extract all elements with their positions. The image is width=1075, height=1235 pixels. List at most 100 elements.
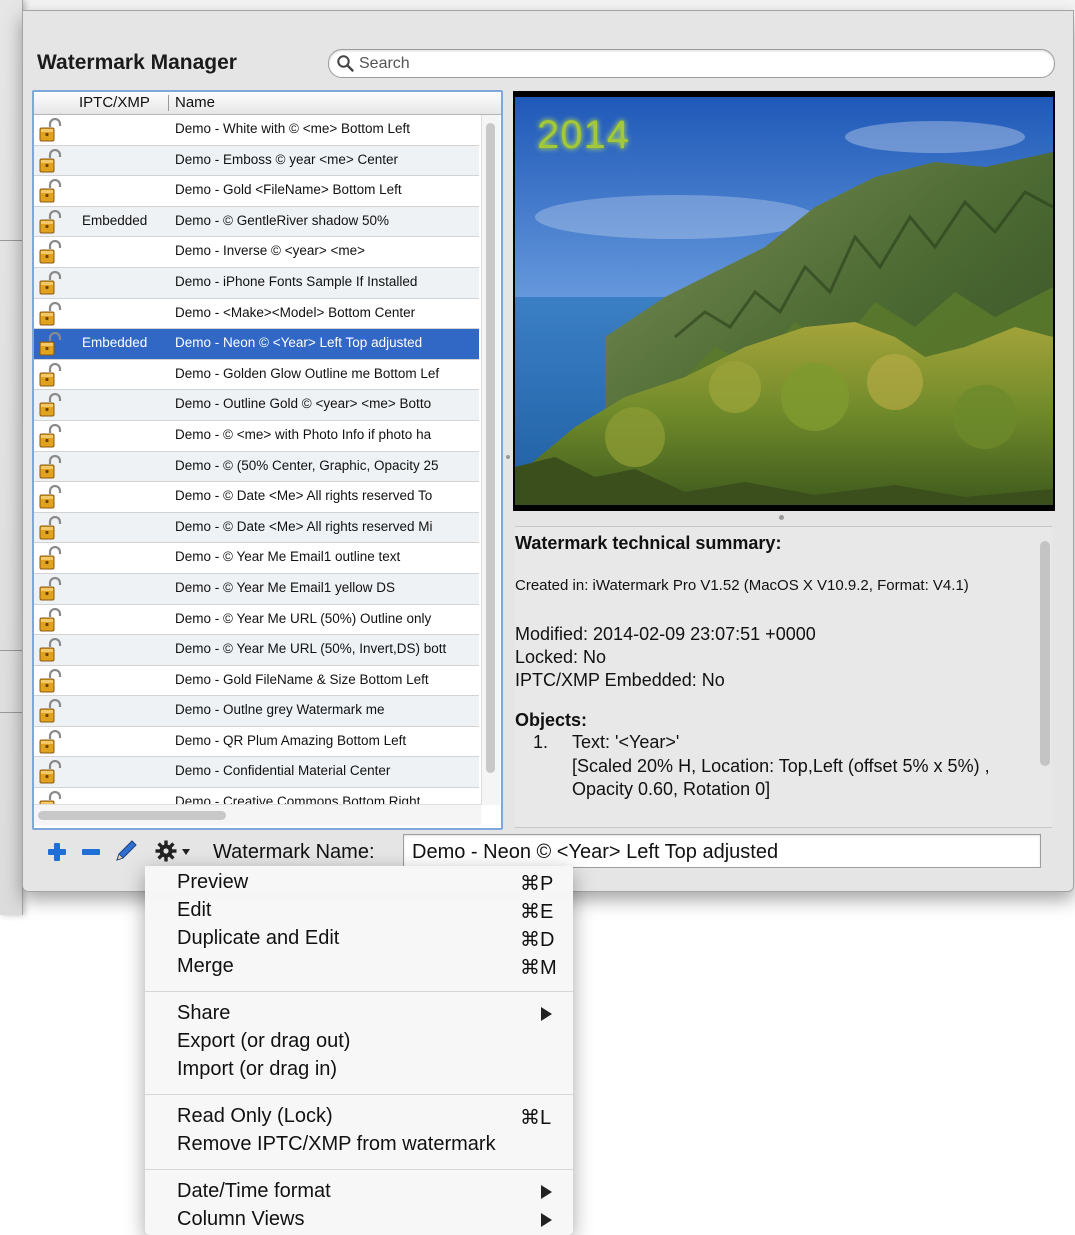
name-cell: Demo - © (50% Center, Graphic, Opacity 2… [175,457,439,473]
table-row[interactable]: Demo - Golden Glow Outline me Bottom Lef [34,360,479,391]
summary-object-number: 1. [533,732,549,752]
watermark-table[interactable]: IPTC/XMP Name Demo - White with © <me> B… [32,90,503,830]
menu-item-shortcut: ⌘D [520,929,555,951]
table-row[interactable]: Demo - Outline Gold © <year> <me> Botto [34,390,479,421]
unlocked-padlock-icon [38,729,64,756]
menu-item-import[interactable]: Import (or drag in) [145,1055,573,1083]
search-field[interactable] [328,49,1055,78]
table-row[interactable]: Demo - © <me> with Photo Info if photo h… [34,421,479,452]
table-row[interactable]: Demo - White with © <me> Bottom Left [34,115,479,146]
name-cell: Demo - Golden Glow Outline me Bottom Lef [175,365,440,381]
table-row[interactable]: Demo - Gold <FileName> Bottom Left [34,176,479,207]
table-row[interactable]: Demo - © Date <Me> All rights reserved M… [34,512,479,544]
name-cell: Demo - Outlne grey Watermark me [175,702,385,718]
unlocked-padlock-icon [38,332,64,358]
menu-item-merge[interactable]: Merge ⌘M [145,952,573,980]
menu-item-label: Read Only (Lock) [177,1105,333,1127]
summary-created: Created in: iWatermark Pro V1.52 (MacOS … [515,577,969,594]
name-cell: Demo - Outline Gold © <year> <me> Botto [175,396,432,412]
unlocked-padlock-icon [38,240,64,266]
remove-icon[interactable] [80,841,102,863]
summary-iptc: IPTC/XMP Embedded: No [515,670,725,690]
table-row[interactable]: Embedded Demo - Neon © <Year> Left Top ad… [34,329,479,360]
menu-item-label: Remove IPTC/XMP from watermark [177,1133,496,1155]
table-body: Demo - White with © <me> Bottom Left Demo… [34,115,479,819]
table-row[interactable]: Demo - © Year Me URL (50%, Invert,DS) bo… [34,635,479,666]
submenu-arrow-icon [541,1007,552,1021]
action-menu-button[interactable] [154,839,192,863]
search-input[interactable] [357,53,1041,75]
landscape-photo [515,97,1053,505]
unlocked-padlock-icon [38,546,64,572]
menu-item-export[interactable]: Export (or drag out) [145,1027,573,1055]
gear-icon [155,840,177,862]
unlocked-padlock-icon [38,393,64,419]
menu-item-read-only-lock[interactable]: Read Only (Lock) ⌘L [145,1102,573,1130]
table-row[interactable]: Demo - iPhone Fonts Sample If Installed [34,267,479,299]
table-row[interactable]: Demo - Gold FileName & Size Bottom Left [34,666,479,697]
table-row[interactable]: Demo - QR Plum Amazing Bottom Left [34,727,479,758]
menu-item-label: Duplicate and Edit [177,927,340,949]
table-row[interactable]: Demo - Emboss © year <me> Center [34,145,479,177]
menu-item-column-views[interactable]: Column Views [145,1205,573,1233]
menu-item-label: Preview [177,871,249,893]
column-header-name[interactable]: Name [175,94,215,114]
menu-item-label: Merge [177,955,234,977]
name-cell: Demo - Confidential Material Center [175,763,391,779]
unlocked-padlock-icon [38,423,64,450]
unlocked-padlock-icon [38,209,64,236]
vertical-scrollbar[interactable] [481,115,500,805]
table-row[interactable]: Demo - © Year Me Email1 outline text [34,543,479,574]
watermark-name-field[interactable] [403,834,1041,868]
table-row[interactable]: Demo - Confidential Material Center [34,757,479,789]
unlocked-padlock-icon [38,301,64,328]
table-row[interactable]: Demo - © Year Me Email1 yellow DS [34,573,479,605]
name-cell: Demo - © Date <Me> All rights reserved T… [175,488,433,504]
menu-separator [145,1094,573,1095]
panel-title: Watermark Manager [37,51,237,74]
table-row[interactable]: Demo - © Year Me URL (50%) Outline only [34,605,479,636]
table-row[interactable]: Demo - <Make><Model> Bottom Center [34,299,479,330]
summary-object-detail: [Scaled 20% H, Location: Top,Left (offse… [572,756,990,799]
menu-item-remove-iptc[interactable]: Remove IPTC/XMP from watermark [145,1130,573,1158]
table-row[interactable]: Demo - Outlne grey Watermark me [34,696,479,727]
table-row[interactable]: Demo - Inverse © <year> <me> [34,237,479,268]
menu-item-share[interactable]: Share [145,999,573,1027]
name-cell: Demo - Gold FileName & Size Bottom Left [175,671,429,687]
technical-summary: Watermark technical summary: Created in:… [515,526,1052,828]
split-view-handle[interactable] [506,455,510,459]
unlocked-padlock-icon [38,179,64,205]
horizontal-scroll-thumb[interactable] [38,811,226,820]
name-cell: Demo - White with © <me> Bottom Left [175,121,411,136]
horizontal-scrollbar[interactable] [34,804,481,825]
add-icon[interactable] [46,841,68,863]
column-header-iptc[interactable]: IPTC/XMP [79,94,150,114]
background-window-edge [0,0,23,915]
menu-item-duplicate-and-edit[interactable]: Duplicate and Edit ⌘D [145,924,573,952]
unlocked-padlock-icon [38,699,64,725]
unlocked-padlock-icon [38,638,64,664]
summary-scroll-thumb[interactable] [1040,541,1050,766]
search-icon [337,55,354,72]
table-row[interactable]: Embedded Demo - © GentleRiver shadow 50% [34,206,479,238]
split-view-handle-horizontal[interactable] [779,515,784,520]
name-cell: Demo - <Make><Model> Bottom Center [175,304,416,320]
menu-item-preview[interactable]: Preview ⌘P [145,868,573,896]
table-row[interactable]: Demo - © Date <Me> All rights reserved T… [34,482,479,513]
watermark-name-label: Watermark Name: [213,841,375,863]
iptc-cell: Embedded [82,335,148,351]
name-cell: Demo - iPhone Fonts Sample If Installed [175,273,418,289]
menu-item-edit[interactable]: Edit ⌘E [145,896,573,924]
summary-locked: Locked: No [515,647,607,667]
pencil-icon[interactable] [113,838,139,864]
vertical-scroll-thumb[interactable] [486,123,495,773]
menu-item-date-time-format[interactable]: Date/Time format [145,1177,573,1205]
summary-object-text: Text: '<Year>' [572,732,680,752]
table-row[interactable]: Demo - © (50% Center, Graphic, Opacity 2… [34,451,479,483]
summary-title: Watermark technical summary: [515,533,782,553]
name-cell: Demo - © Date <Me> All rights reserved M… [175,518,433,534]
unlocked-padlock-icon [38,270,64,297]
menu-separator [145,1169,573,1170]
name-cell: Demo - © Year Me URL (50%) Outline only [175,610,432,626]
watermark-name-input[interactable] [410,839,1034,865]
